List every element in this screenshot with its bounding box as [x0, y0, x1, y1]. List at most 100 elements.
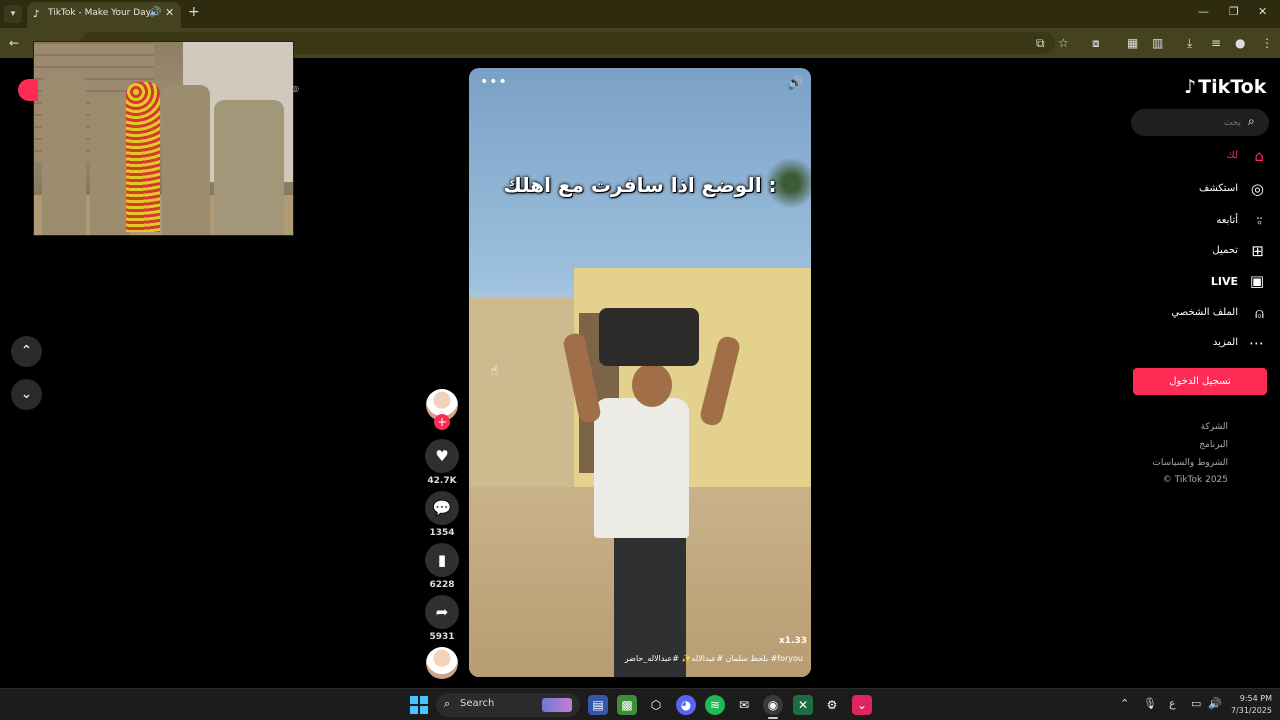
footer-link-company[interactable]: الشركة — [1150, 422, 1228, 432]
bookmark-icon: ▮ — [437, 551, 447, 569]
login-button[interactable]: تسجيل الدخول — [1133, 368, 1267, 395]
heart-icon: ♥ — [435, 447, 449, 465]
extensions-icon[interactable]: ⧇ — [1092, 35, 1100, 51]
comment-count: 1354 — [429, 528, 455, 538]
nav-item-profile[interactable]: الملف الشخصي ⍝ — [1150, 303, 1268, 325]
comment-icon: 💬 — [432, 499, 452, 517]
tray-overflow-icon[interactable]: ⌃ — [1120, 697, 1129, 710]
like-count: 42.7K — [427, 476, 457, 486]
follow-plus-icon[interactable]: + — [434, 414, 450, 430]
more-options-icon[interactable]: ••• — [480, 74, 508, 90]
clock-date: 7/31/2025 — [1230, 706, 1272, 715]
tab-title: TikTok - Make Your Day — [48, 8, 152, 18]
footer-link-terms[interactable]: الشروط والسياسات — [1150, 458, 1228, 468]
share-button[interactable]: ➦ — [425, 595, 459, 629]
tab-search-button[interactable]: ▾ — [4, 5, 22, 23]
chrome-app-icon[interactable]: ◉ — [763, 695, 783, 719]
file-explorer-app-icon[interactable]: ▤ — [588, 695, 608, 715]
network-icon[interactable]: ▭ — [1191, 697, 1201, 710]
video-hashtags[interactable]: بلحظ سلمان #عبدالاله✨ #عبدالاله_حاضر #fo… — [477, 654, 803, 663]
ad-block-icon[interactable]: ▦ — [1127, 35, 1138, 51]
more-icon: ⋯ — [1249, 334, 1264, 352]
music-disc-avatar[interactable] — [426, 647, 458, 679]
excel-app-icon[interactable]: ✕ — [793, 695, 813, 715]
window-close-icon[interactable]: ✕ — [1258, 5, 1267, 18]
restore-icon[interactable]: ❐ — [1229, 5, 1239, 18]
back-arrow-icon[interactable]: ← — [9, 35, 19, 51]
share-arrow-icon: ➦ — [435, 603, 449, 621]
unity-app-icon[interactable]: ⬡ — [646, 695, 666, 715]
tab-audio-icon[interactable]: 🔊 — [149, 7, 161, 18]
pip-soldier — [162, 85, 210, 235]
media-control-icon[interactable]: ≡ — [1211, 35, 1221, 51]
side-panel-icon[interactable]: ▥ — [1152, 35, 1163, 51]
nav-item-more[interactable]: المزيد ⋯ — [1150, 333, 1268, 355]
tiktok-favicon-icon: ♪ — [33, 9, 40, 20]
search-highlight-image — [542, 698, 572, 712]
pip-soldier — [42, 75, 86, 235]
install-app-icon[interactable]: ⧉ — [1036, 35, 1045, 51]
user-add-icon: ⍤ — [1254, 212, 1264, 230]
browser-tab-bar: ▾ ♪ TikTok - Make Your Day 🔊 ✕ + — ❐ ✕ — [0, 0, 1280, 28]
comment-button[interactable]: 💬 — [425, 491, 459, 525]
tab-close-icon[interactable]: ✕ — [165, 6, 174, 19]
discord-app-icon[interactable]: ◕ — [676, 695, 696, 715]
save-button[interactable]: ▮ — [425, 543, 459, 577]
pip-control-icon[interactable]: ◎ — [292, 84, 299, 93]
windows-logo-tile — [410, 696, 418, 704]
taskbar-search-label: Search — [460, 698, 495, 709]
next-video-button[interactable]: ⌄ — [11, 379, 42, 410]
nav-label: لك — [1226, 150, 1238, 161]
nav-item-upload[interactable]: تحميل ⊞ — [1150, 241, 1268, 263]
pocket-app-icon[interactable]: ⌄ — [852, 695, 872, 715]
nav-label: الملف الشخصي — [1171, 307, 1238, 318]
volume-icon[interactable]: 🔊 — [787, 76, 803, 91]
bookmark-star-icon[interactable]: ☆ — [1058, 35, 1069, 51]
footer-link-program[interactable]: البرنامج — [1150, 440, 1228, 450]
windows-taskbar: ⌕ Search ▤ ▩ ⬡ ◕ ≋ ✉ ◉ ✕ ⚙ ⌄ ⌃ 🎙 ع ▭ 🔊 9… — [0, 688, 1280, 720]
input-language[interactable]: ع — [1169, 697, 1176, 710]
tiktok-note-icon: ♪ — [1184, 76, 1197, 98]
mouse-pointer-icon: ☝ — [490, 363, 499, 379]
download-icon[interactable]: ⤓ — [1187, 35, 1192, 51]
get-app-badge[interactable] — [18, 79, 38, 101]
nav-item-for-you[interactable]: لك ⌂ — [1150, 146, 1268, 168]
upload-icon: ⊞ — [1251, 242, 1264, 260]
nav-item-explore[interactable]: استكشف ◎ — [1150, 179, 1268, 201]
video-player[interactable]: الوضع اذا سافرت مع اهلك : ••• 🔊 x1.33 بل… — [469, 68, 811, 677]
spotify-app-icon[interactable]: ≋ — [705, 695, 725, 715]
like-button[interactable]: ♥ — [425, 439, 459, 473]
playback-speed[interactable]: x1.33 — [779, 636, 807, 646]
profile-avatar-icon[interactable]: ● — [1235, 35, 1245, 51]
windows-logo-tile — [420, 696, 428, 704]
nav-label: تحميل — [1212, 245, 1238, 256]
windows-start-button[interactable] — [410, 696, 428, 714]
tiktok-logo[interactable]: ♪ TikTok — [1184, 76, 1266, 98]
speaker-icon[interactable]: 🔊 — [1208, 697, 1222, 710]
taskbar-clock[interactable]: 9:54 PM 7/31/2025 — [1222, 693, 1272, 717]
home-icon: ⌂ — [1254, 147, 1264, 165]
minimize-icon[interactable]: — — [1198, 5, 1209, 18]
search-input[interactable] — [1141, 115, 1241, 130]
browser-tab-tiktok[interactable]: ♪ TikTok - Make Your Day 🔊 ✕ — [27, 2, 181, 28]
taskbar-search[interactable]: ⌕ Search — [436, 693, 580, 717]
search-box[interactable]: ⌕ — [1131, 109, 1269, 136]
search-icon[interactable]: ⌕ — [1248, 114, 1255, 129]
nav-item-following[interactable]: أتابعه ⍤ — [1150, 211, 1268, 233]
windows-logo-tile — [420, 706, 428, 714]
mail-app-icon[interactable]: ✉ — [734, 695, 754, 715]
live-icon: ▣ — [1249, 272, 1264, 290]
nav-label: استكشف — [1199, 183, 1238, 194]
nav-item-live[interactable]: LIVE ▣ — [1150, 271, 1268, 293]
steam-app-icon[interactable]: ⚙ — [822, 695, 842, 715]
minecraft-app-icon[interactable]: ▩ — [617, 695, 637, 715]
microphone-icon[interactable]: 🎙 — [1143, 697, 1157, 710]
nav-label: أتابعه — [1216, 215, 1238, 226]
kebab-menu-icon[interactable]: ⋮ — [1261, 35, 1273, 51]
new-tab-icon[interactable]: + — [188, 4, 200, 20]
save-count: 6228 — [429, 580, 455, 590]
compass-icon: ◎ — [1250, 180, 1264, 198]
picture-in-picture-video[interactable] — [33, 41, 294, 236]
running-indicator — [768, 717, 778, 719]
previous-video-button[interactable]: ⌃ — [11, 336, 42, 367]
